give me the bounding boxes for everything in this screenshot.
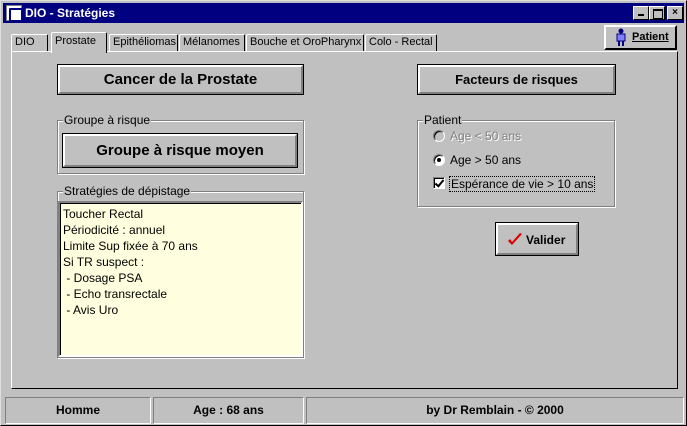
memo-line: - Avis Uro	[63, 303, 119, 317]
tab-colo-rectal[interactable]: Colo - Rectal	[365, 34, 437, 52]
checkbox-label: Espérance de vie > 10 ans	[449, 176, 596, 192]
main-window: DIO - Stratégies × DIO Prostate Epithéli…	[0, 0, 687, 426]
tab-bouche-oropharynx[interactable]: Bouche et OroPharynx	[246, 34, 364, 52]
cancer-title-panel: Cancer de la Prostate	[57, 64, 304, 95]
maximize-button[interactable]	[649, 6, 665, 20]
app-icon[interactable]	[6, 5, 23, 22]
memo-line: Limite Sup fixée à 70 ans	[63, 239, 198, 253]
radio-label: Age > 50 ans	[450, 153, 522, 167]
risk-factors-title-panel: Facteurs de risques	[417, 64, 616, 95]
memo-line: Toucher Rectal	[63, 207, 144, 221]
memo-line: Périodicité : annuel	[63, 223, 166, 237]
minimize-button[interactable]	[633, 6, 649, 20]
radio-button[interactable]	[433, 130, 445, 142]
status-credit: by Dr Remblain - © 2000	[306, 397, 684, 424]
close-button[interactable]: ×	[667, 6, 683, 20]
memo-line: Si TR suspect :	[63, 255, 145, 269]
title-bar[interactable]: DIO - Stratégies ×	[3, 3, 684, 23]
radio-label: Age < 50 ans	[450, 129, 522, 143]
memo-line: - Dosage PSA	[63, 271, 143, 285]
tab-melanomes[interactable]: Mélanomes	[179, 34, 245, 52]
checkmark-icon	[508, 233, 522, 245]
patient-button-label: Patient	[632, 31, 669, 43]
tab-prostate[interactable]: Prostate	[51, 32, 107, 53]
window-title: DIO - Stratégies	[25, 6, 116, 20]
strategies-memo-content: Toucher Rectal Périodicité : annuel Limi…	[60, 203, 301, 355]
status-sex: Homme	[5, 397, 151, 424]
risk-group-value: Groupe à risque moyen	[62, 133, 298, 168]
radio-button[interactable]	[433, 154, 445, 166]
person-icon	[616, 28, 626, 46]
valider-button[interactable]: Valider	[495, 222, 579, 256]
risk-group-label: Groupe à risque	[63, 113, 152, 127]
patient-group-label: Patient	[423, 113, 463, 127]
patient-button[interactable]: Patient	[604, 25, 677, 50]
status-age: Age : 68 ans	[153, 397, 304, 424]
checkbox[interactable]	[433, 177, 445, 189]
tab-dio[interactable]: DIO	[11, 34, 48, 52]
memo-line: - Echo transrectale	[63, 287, 168, 301]
strategies-label: Stratégies de dépistage	[63, 184, 192, 198]
tab-epitheliomas[interactable]: Epithéliomas	[109, 34, 178, 52]
valider-button-label: Valider	[526, 233, 566, 247]
strategies-memo[interactable]: Toucher Rectal Périodicité : annuel Limi…	[58, 201, 303, 357]
